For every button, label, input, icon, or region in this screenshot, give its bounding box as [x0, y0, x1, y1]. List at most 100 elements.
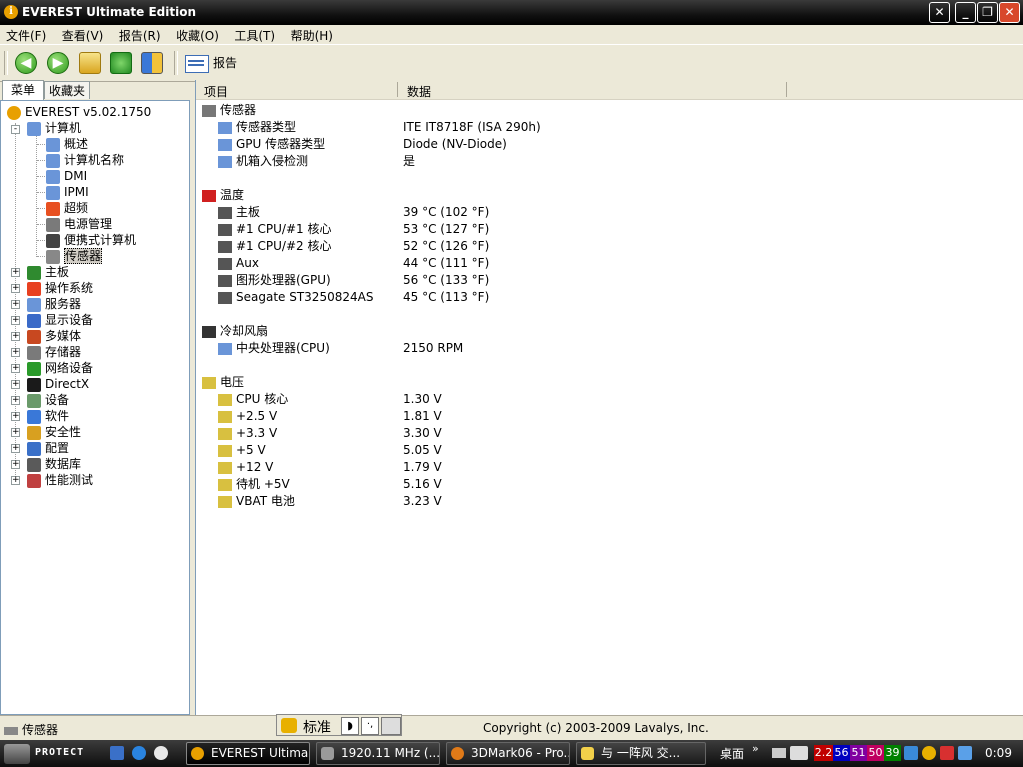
ime-bar[interactable]: 标准 ◗ ·, [276, 714, 402, 736]
tab-menu[interactable]: 菜单 [2, 80, 44, 100]
data-row-label[interactable]: Seagate ST3250824AS [218, 289, 373, 306]
tree-item-computer-child[interactable]: 超频 [46, 200, 88, 216]
tree-item-category[interactable]: 性能测试 [27, 472, 93, 488]
minimize-button[interactable]: _ [955, 2, 976, 23]
tray-temp-1[interactable]: 56 [833, 745, 850, 761]
tray-network-icon[interactable] [904, 746, 918, 760]
users-button[interactable] [141, 52, 163, 74]
expand-toggle[interactable]: + [11, 348, 20, 357]
data-row-label[interactable]: GPU 传感器类型 [218, 136, 325, 153]
tree-item-category[interactable]: 数据库 [27, 456, 81, 472]
expand-toggle[interactable]: + [11, 476, 20, 485]
expand-toggle[interactable]: + [11, 460, 20, 469]
expand-toggle[interactable]: + [11, 300, 20, 309]
tree-item-category[interactable]: 多媒体 [27, 328, 81, 344]
tray-cpu-load[interactable]: 2.2 [814, 745, 833, 761]
navigation-tree[interactable]: EVEREST v5.02.1750 - 计算机 概述 计算机名称 DMI IPMI 超… [0, 100, 190, 715]
section-header[interactable]: 冷却风扇 [202, 323, 268, 340]
start-button[interactable]: PROTECT [2, 742, 102, 765]
tree-item-category[interactable]: 配置 [27, 440, 69, 456]
forward-button[interactable]: ▶ [47, 52, 69, 74]
data-row-label[interactable]: 中央处理器(CPU) [218, 340, 330, 357]
tray-security-icon[interactable] [940, 746, 954, 760]
tree-item-computer-child[interactable]: 传感器 [46, 248, 103, 264]
data-row-label[interactable]: #1 CPU/#2 核心 [218, 238, 331, 255]
tree-item-category[interactable]: 主板 [27, 264, 69, 280]
tree-item-computer-child[interactable]: 计算机名称 [46, 152, 124, 168]
data-row-label[interactable]: #1 CPU/#1 核心 [218, 221, 331, 238]
tree-item-category[interactable]: 服务器 [27, 296, 81, 312]
data-row-label[interactable]: VBAT 电池 [218, 493, 295, 510]
data-row-label[interactable]: +12 V [218, 459, 273, 476]
data-row-label[interactable]: +2.5 V [218, 408, 277, 425]
tree-item-category[interactable]: 显示设备 [27, 312, 93, 328]
expand-toggle[interactable]: + [11, 428, 20, 437]
maximize-button[interactable]: ❐ [977, 2, 998, 23]
tree-item-computer-child[interactable]: DMI [46, 168, 87, 184]
close-button[interactable]: ✕ [999, 2, 1020, 23]
expand-toggle[interactable]: + [11, 364, 20, 373]
refresh-button[interactable] [110, 52, 132, 74]
task-everest[interactable]: EVEREST Ultima... [186, 742, 310, 765]
ime-halfwidth-icon[interactable]: ◗ [341, 717, 359, 735]
ime-mode[interactable]: 标准 [303, 717, 331, 737]
section-header[interactable]: 温度 [202, 187, 244, 204]
expand-toggle[interactable]: + [11, 396, 20, 405]
quicklaunch-desktop-icon[interactable] [110, 746, 124, 760]
expand-toggle[interactable]: + [11, 444, 20, 453]
tree-item-category[interactable]: 软件 [27, 408, 69, 424]
data-row-label[interactable]: CPU 核心 [218, 391, 288, 408]
tree-item-category[interactable]: DirectX [27, 376, 89, 392]
up-folder-button[interactable] [79, 52, 101, 74]
tray-qq-icon[interactable] [922, 746, 936, 760]
column-data[interactable]: 数据 [407, 83, 431, 100]
toolbar-expand-icon[interactable]: » [752, 742, 759, 755]
tray-app-icon[interactable] [790, 746, 808, 760]
tree-item-category[interactable]: 设备 [27, 392, 69, 408]
section-header[interactable]: 传感器 [202, 102, 256, 119]
data-row-label[interactable]: +5 V [218, 442, 266, 459]
data-row-label[interactable]: 主板 [218, 204, 260, 221]
task-chat[interactable]: 与 一阵风 交... [576, 742, 706, 765]
data-row-label[interactable]: 机箱入侵检测 [218, 153, 308, 170]
tray-connection-icon[interactable] [958, 746, 972, 760]
expand-toggle[interactable]: + [11, 380, 20, 389]
tab-favorites[interactable]: 收藏夹 [44, 81, 90, 99]
expand-toggle[interactable]: + [11, 332, 20, 341]
extra-close-button[interactable]: ✕ [929, 2, 950, 23]
column-divider[interactable] [397, 82, 398, 97]
data-row-label[interactable]: 传感器类型 [218, 119, 296, 136]
back-button[interactable]: ◀ [15, 52, 37, 74]
tray-temp-3[interactable]: 50 [867, 745, 884, 761]
tree-item-category[interactable]: 网络设备 [27, 360, 93, 376]
data-row-label[interactable]: Aux [218, 255, 259, 272]
quicklaunch-ie-icon[interactable] [132, 746, 146, 760]
tree-item-computer[interactable]: 计算机 [27, 120, 81, 136]
tree-item-category[interactable]: 操作系统 [27, 280, 93, 296]
menu-favorites[interactable]: 收藏(O) [170, 25, 225, 44]
expand-toggle[interactable]: + [11, 316, 20, 325]
tree-item-computer-child[interactable]: 便携式计算机 [46, 232, 136, 248]
data-row-label[interactable]: +3.3 V [218, 425, 277, 442]
menu-file[interactable]: 文件(F) [0, 25, 52, 44]
column-item[interactable]: 项目 [204, 83, 228, 100]
task-3dmark[interactable]: 3DMark06 - Pro... [446, 742, 570, 765]
clock[interactable]: 0:09 [985, 746, 1012, 760]
title-bar[interactable]: i EVEREST Ultimate Edition ✕ _ ❐ ✕ [0, 0, 1023, 25]
tree-item-category[interactable]: 安全性 [27, 424, 81, 440]
tray-temp-4[interactable]: 39 [884, 745, 901, 761]
ime-punctuation-icon[interactable]: ·, [361, 717, 379, 735]
tree-root[interactable]: EVEREST v5.02.1750 [7, 104, 151, 120]
expand-toggle[interactable]: + [11, 412, 20, 421]
ime-keyboard-icon[interactable] [381, 717, 401, 735]
expand-toggle[interactable]: + [11, 284, 20, 293]
desktop-toolbar[interactable]: 桌面 [720, 745, 744, 762]
task-cpu-frequency[interactable]: 1920.11 MHz (... [316, 742, 440, 765]
expand-toggle[interactable]: + [11, 268, 20, 277]
data-row-label[interactable]: 待机 +5V [218, 476, 290, 493]
section-header[interactable]: 电压 [202, 374, 244, 391]
tree-item-computer-child[interactable]: 概述 [46, 136, 88, 152]
report-button[interactable]: 报告 [185, 54, 237, 73]
menu-tools[interactable]: 工具(T) [228, 25, 281, 44]
quicklaunch-media-icon[interactable] [154, 746, 168, 760]
